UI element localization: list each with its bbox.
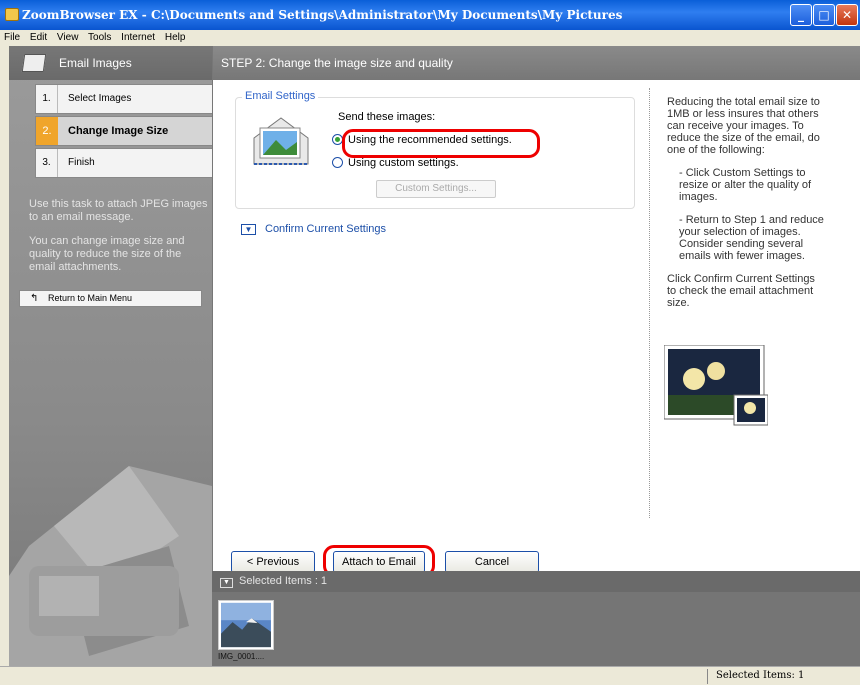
radio-unselected-icon (332, 157, 343, 168)
step-select-images[interactable]: 1. Select Images (35, 84, 213, 114)
sidebar-header: Email Images (9, 46, 212, 80)
menu-internet[interactable]: Internet (121, 32, 155, 43)
panel-divider (649, 88, 650, 518)
title-bar: ZoomBrowser EX - C:\Documents and Settin… (0, 0, 860, 30)
sidebar-description-1: Use this task to attach JPEG images to a… (29, 198, 208, 223)
step-number: 1. (36, 85, 58, 113)
email-settings-group: Email Settings Send these images: Using … (235, 90, 635, 209)
main-panel: STEP 2: Change the image size and qualit… (212, 46, 860, 571)
thumbnail-filename: IMG_0001.... (218, 652, 265, 661)
menu-tools[interactable]: Tools (88, 32, 111, 43)
confirm-current-settings-link[interactable]: ▼ Confirm Current Settings (241, 223, 386, 235)
collapse-icon[interactable]: ▼ (220, 578, 233, 588)
selected-items-strip (212, 592, 860, 666)
status-separator (707, 669, 708, 684)
menu-view[interactable]: View (57, 32, 79, 43)
email-photo-icon (253, 117, 309, 165)
envelope-printer-artwork (9, 466, 212, 666)
image-thumbnail[interactable] (218, 600, 274, 650)
menu-file[interactable]: File (4, 32, 20, 43)
step-label: Change Image Size (68, 125, 169, 137)
help-paragraph: Click Confirm Current Settings to check … (667, 273, 815, 309)
sidebar-title: Email Images (59, 56, 132, 70)
confirm-label: Confirm Current Settings (265, 223, 387, 235)
return-arrow-icon: ↰ (30, 293, 39, 304)
email-images-icon (21, 54, 47, 72)
group-title: Email Settings (242, 90, 319, 102)
return-label: Return to Main Menu (48, 293, 133, 303)
selected-items-label: Selected Items : 1 (239, 575, 328, 587)
step-label: Select Images (68, 93, 132, 104)
sample-photos-image (664, 345, 768, 426)
app-window: ZoomBrowser EX - C:\Documents and Settin… (0, 0, 860, 685)
step-change-image-size[interactable]: 2. Change Image Size (35, 116, 213, 146)
help-text: Reducing the total email size to 1MB or … (667, 96, 827, 320)
step-label: Finish (68, 157, 95, 168)
custom-settings-radio[interactable]: Using custom settings. (332, 157, 459, 169)
step-number: 2. (36, 117, 58, 145)
app-icon (5, 8, 19, 21)
send-images-label: Send these images: (338, 111, 436, 123)
window-title: ZoomBrowser EX - C:\Documents and Settin… (22, 8, 623, 22)
custom-settings-button[interactable]: Custom Settings... (376, 180, 496, 198)
task-sidebar: Email Images 1. Select Images 2. Change Im… (9, 46, 213, 666)
radio-label: Using custom settings. (348, 157, 459, 169)
help-paragraph: Reducing the total email size to 1MB or … (667, 96, 820, 156)
maximize-button[interactable]: □ (813, 4, 835, 26)
menu-help[interactable]: Help (165, 32, 186, 43)
status-selected-items: Selected Items: 1 (716, 670, 805, 681)
step-finish[interactable]: 3. Finish (35, 148, 213, 178)
sidebar-description-2: You can change image size and quality to… (29, 235, 185, 273)
previous-button[interactable]: < Previous (231, 551, 315, 573)
step-number: 3. (36, 149, 58, 177)
menu-bar: File Edit View Tools Internet Help (0, 30, 860, 46)
help-paragraph: - Click Custom Settings to resize or alt… (679, 167, 812, 203)
minimize-button[interactable]: _ (790, 4, 812, 26)
menu-edit[interactable]: Edit (30, 32, 47, 43)
help-paragraph: - Return to Step 1 and reduce your selec… (679, 214, 824, 262)
expand-icon: ▼ (241, 224, 256, 235)
close-button[interactable]: ✕ (836, 4, 858, 26)
return-to-main-menu-button[interactable]: ↰ Return to Main Menu (19, 290, 202, 307)
selected-items-header: ▼ Selected Items : 1 (212, 571, 860, 592)
highlight-annotation (342, 129, 540, 158)
status-bar: Selected Items: 1 (0, 666, 860, 685)
cancel-button[interactable]: Cancel (445, 551, 539, 573)
step-header: STEP 2: Change the image size and qualit… (213, 46, 860, 80)
